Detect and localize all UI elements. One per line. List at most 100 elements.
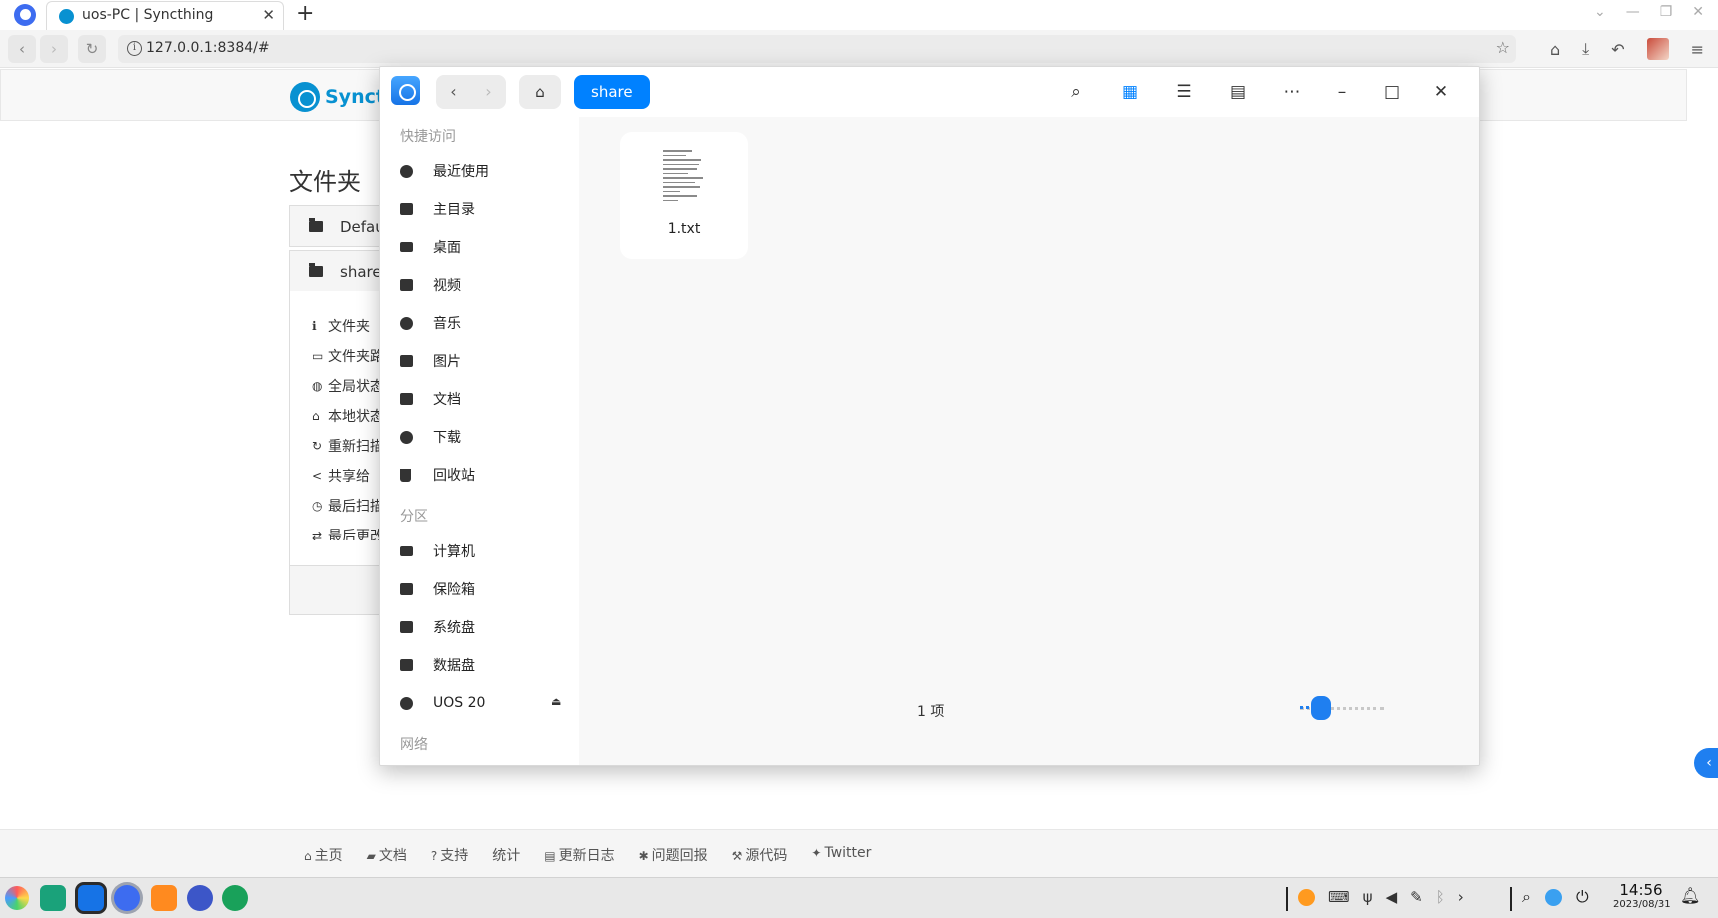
sidebar-item-downloads[interactable]: 下载 bbox=[400, 425, 461, 449]
sidebar-item-computer[interactable]: 计算机 bbox=[400, 539, 475, 563]
notification-bell-icon[interactable]: 🔔︎ bbox=[1680, 886, 1700, 905]
search-icon[interactable]: ⌕ bbox=[1063, 79, 1089, 105]
settings-app-icon[interactable] bbox=[187, 885, 213, 911]
browser-taskbar-icon[interactable] bbox=[114, 885, 140, 911]
footer-link-stats[interactable]: 统计 bbox=[492, 845, 520, 865]
network-icon[interactable] bbox=[1544, 888, 1562, 906]
syncthing-logo-icon[interactable] bbox=[290, 82, 320, 112]
tab-list-icon[interactable]: ⌄ bbox=[1594, 4, 1606, 20]
browser-toolbar-right: ⌂ ⤓ ↶ ≡ bbox=[1550, 38, 1704, 60]
network-label: 网络 bbox=[400, 737, 428, 753]
clock-date: 2023/08/31 bbox=[1613, 899, 1671, 910]
tree-view-icon[interactable]: ▤ bbox=[1225, 79, 1251, 105]
footer-link-home[interactable]: ⌂ 主页 bbox=[304, 845, 343, 865]
clock-time: 14:56 bbox=[1619, 881, 1663, 899]
collections-icon[interactable]: ⌂ bbox=[1550, 40, 1560, 59]
list-view-icon[interactable]: ☰ bbox=[1171, 79, 1197, 105]
folder-panel-default[interactable]: Defau bbox=[289, 205, 389, 247]
file-manager-taskbar-icon[interactable] bbox=[78, 885, 104, 911]
icon-view-icon[interactable]: ▦ bbox=[1117, 79, 1143, 105]
forward-icon[interactable]: › bbox=[471, 75, 506, 109]
info-row: ↻ 重新扫描 bbox=[312, 439, 384, 455]
folder-panel-share[interactable]: share bbox=[289, 250, 389, 292]
volume-icon[interactable]: ◀ bbox=[1386, 888, 1398, 906]
info-row: ◍ 全局状态 bbox=[312, 379, 384, 395]
user-avatar[interactable] bbox=[1646, 38, 1669, 60]
undo-icon[interactable]: ↶ bbox=[1611, 40, 1624, 59]
new-tab-button[interactable]: + bbox=[296, 1, 314, 26]
tray-expand-icon[interactable]: › bbox=[1458, 888, 1464, 906]
optical-disc-icon bbox=[400, 696, 413, 710]
taskbar-clock[interactable]: 14:56 2023/08/31 bbox=[1613, 881, 1671, 911]
sidebar-item-vault[interactable]: 保险箱 bbox=[400, 577, 475, 601]
usb-icon[interactable]: ψ bbox=[1363, 888, 1373, 906]
sidebar-item-pictures[interactable]: 图片 bbox=[400, 349, 461, 373]
footer-link-support[interactable]: ? 支持 bbox=[431, 845, 468, 865]
tab-close-icon[interactable]: ✕ bbox=[262, 6, 275, 24]
app-store-icon[interactable] bbox=[151, 885, 177, 911]
home-icon bbox=[400, 203, 413, 215]
bookmark-star-icon[interactable]: ☆ bbox=[1496, 38, 1510, 57]
file-manager-app-icon bbox=[391, 76, 420, 105]
search-icon[interactable]: ⌕ bbox=[1522, 887, 1531, 907]
address-bar[interactable]: i 127.0.0.1:8384/# ☆ bbox=[118, 35, 1516, 63]
sidebar-item-trash[interactable]: 回收站 bbox=[400, 463, 475, 487]
window-close-icon[interactable]: ✕ bbox=[1692, 4, 1704, 20]
footer-link-source[interactable]: ⚒ 源代码 bbox=[732, 845, 788, 865]
more-icon[interactable]: ⋯ bbox=[1279, 79, 1305, 105]
info-row: ▭ 文件夹路 bbox=[312, 349, 384, 365]
url-text[interactable]: 127.0.0.1:8384/# bbox=[146, 40, 270, 56]
window-restore-icon[interactable]: ❐ bbox=[1660, 4, 1673, 20]
keyboard-icon[interactable]: ⌨ bbox=[1328, 888, 1350, 906]
download-icon bbox=[400, 430, 413, 444]
folder-info-list: ℹ 文件夹 ▭ 文件夹路 ◍ 全局状态 ⌂ 本地状态 ↻ 重新扫描 < 共享给 ◷ 最后扫描 … bbox=[303, 308, 389, 540]
music-icon bbox=[400, 316, 413, 330]
sidebar-item-data-disk[interactable]: 数据盘 bbox=[400, 653, 475, 677]
reload-icon[interactable]: ↻ bbox=[78, 35, 106, 63]
bluetooth-icon[interactable]: ᛒ bbox=[1436, 888, 1445, 906]
browser-menu-icon[interactable]: ≡ bbox=[1691, 40, 1704, 59]
browser-tab-bar: uos-PC | Syncthing ✕ + ⌄ — ❐ ✕ bbox=[0, 0, 1718, 30]
sidebar-item-videos[interactable]: 视频 bbox=[400, 273, 461, 297]
sidebar-item-recent[interactable]: 最近使用 bbox=[400, 159, 489, 183]
footer-link-changelog[interactable]: ▤ 更新日志 bbox=[544, 845, 614, 865]
file-item[interactable]: 1.txt bbox=[620, 132, 748, 259]
sidebar-item-desktop[interactable]: 桌面 bbox=[400, 235, 461, 259]
power-icon[interactable]: ⏻ bbox=[1576, 887, 1589, 907]
browser-logo-icon[interactable] bbox=[14, 4, 36, 26]
breadcrumb-share[interactable]: share bbox=[574, 75, 650, 109]
sidebar-item-documents[interactable]: 文档 bbox=[400, 387, 461, 411]
footer-link-twitter[interactable]: ✦ Twitter bbox=[811, 845, 871, 865]
sidebar-item-uos-disc[interactable]: UOS 20 bbox=[400, 691, 485, 715]
syncthing-taskbar-icon[interactable] bbox=[222, 885, 248, 911]
forward-icon[interactable]: › bbox=[40, 35, 68, 63]
window-minimize-icon[interactable]: — bbox=[1626, 4, 1640, 20]
browser-tab[interactable]: uos-PC | Syncthing ✕ bbox=[46, 1, 284, 30]
terminal-app-icon[interactable] bbox=[40, 885, 66, 911]
side-panel-toggle-icon[interactable]: ‹ bbox=[1694, 748, 1718, 778]
pen-icon[interactable]: ✎ bbox=[1410, 888, 1423, 906]
sidebar-item-music[interactable]: 音乐 bbox=[400, 311, 461, 335]
back-icon[interactable]: ‹ bbox=[436, 75, 471, 109]
launcher-icon[interactable] bbox=[5, 886, 29, 910]
home-icon[interactable]: ⌂ bbox=[519, 75, 561, 109]
back-icon[interactable]: ‹ bbox=[8, 35, 36, 63]
file-view-area[interactable]: 1.txt 1 项 bbox=[579, 117, 1479, 765]
sidebar-item-home[interactable]: 主目录 bbox=[400, 197, 475, 221]
taskbar-separator bbox=[1286, 887, 1288, 911]
vault-icon bbox=[400, 583, 413, 595]
close-icon[interactable]: ✕ bbox=[1428, 79, 1454, 105]
folder-open-icon: ▭ bbox=[312, 349, 324, 363]
download-icon[interactable]: ⤓ bbox=[1582, 39, 1589, 59]
footer-links: ⌂ 主页 ▰ 文档 ? 支持 统计 ▤ 更新日志 ✱ 问题回报 ⚒ 源代码 ✦ Twitter bbox=[304, 845, 871, 865]
site-info-icon[interactable]: i bbox=[127, 41, 142, 56]
footer-link-docs[interactable]: ▰ 文档 bbox=[367, 845, 407, 865]
footer-link-bugs[interactable]: ✱ 问题回报 bbox=[639, 845, 708, 865]
maximize-icon[interactable]: □ bbox=[1379, 79, 1405, 105]
input-method-icon[interactable] bbox=[1298, 888, 1315, 906]
icon-size-slider-handle[interactable] bbox=[1311, 696, 1331, 720]
file-manager-titlebar: ‹ › ⌂ share ⌕ ▦ ☰ ▤ ⋯ – □ ✕ bbox=[380, 67, 1479, 117]
minimize-icon[interactable]: – bbox=[1329, 79, 1355, 105]
eject-icon[interactable]: ⏏ bbox=[551, 695, 561, 708]
sidebar-item-system-disk[interactable]: 系统盘 bbox=[400, 615, 475, 639]
